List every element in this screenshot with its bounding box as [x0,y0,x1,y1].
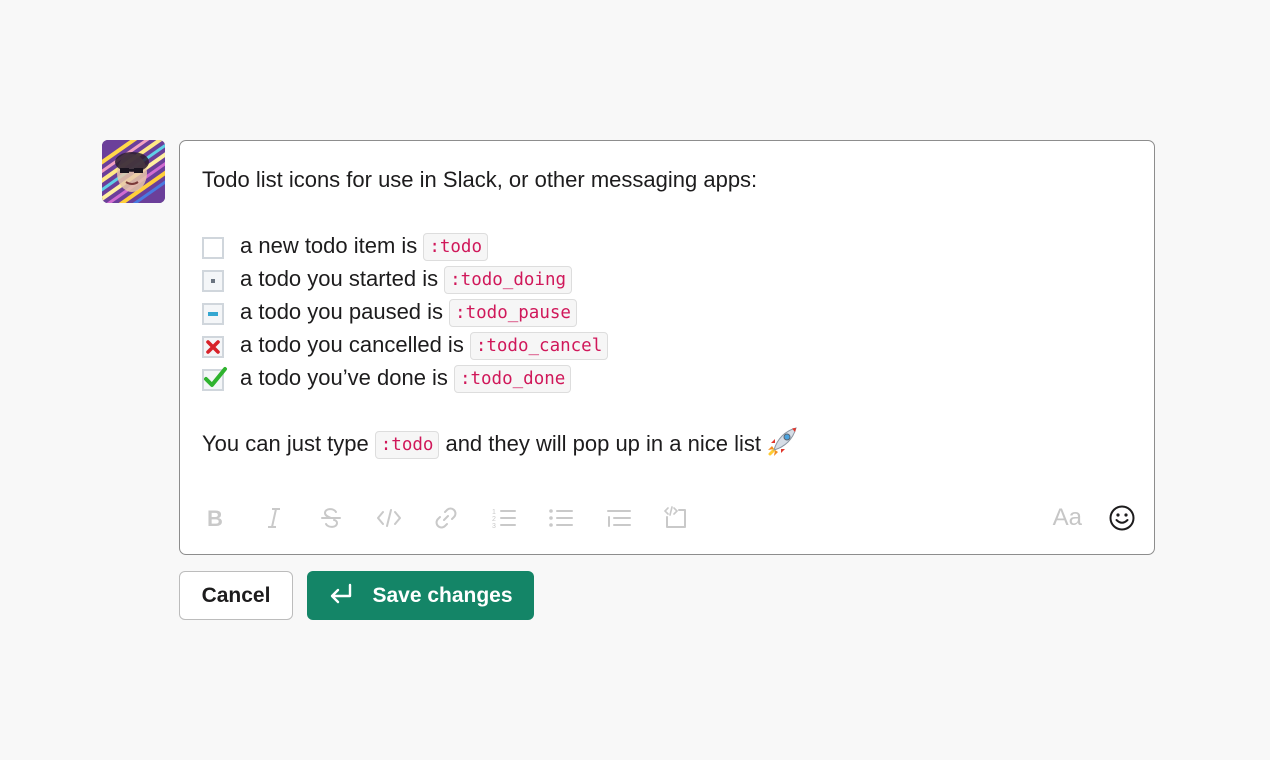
list-item: a todo you’ve done is :todo_done [202,361,1132,394]
todo-doing-icon [202,268,224,292]
intro-line: Todo list icons for use in Slack, or oth… [202,163,1132,196]
editor-content[interactable]: Todo list icons for use in Slack, or oth… [202,163,1132,460]
list-item: a todo you paused is :todo_pause [202,295,1132,328]
blockquote-icon[interactable] [605,504,633,532]
bold-icon[interactable]: B [202,504,230,532]
link-icon[interactable] [432,504,460,532]
cancel-button[interactable]: Cancel [179,571,293,620]
todo-empty-icon [202,235,224,259]
svg-text:1: 1 [492,509,496,516]
code-icon[interactable] [375,504,403,532]
list-item-text: a todo you’ve done is [240,365,448,390]
svg-text:2: 2 [492,516,496,523]
avatar[interactable] [102,140,165,203]
formatting-toolbar: B 123 Aa [202,504,1136,532]
save-button-label: Save changes [372,583,513,607]
svg-text:3: 3 [492,523,496,530]
svg-text:B: B [207,507,223,529]
list-item: a todo you started is :todo_doing [202,262,1132,295]
list-item: a todo you cancelled is :todo_cancel [202,328,1132,361]
bulleted-list-icon[interactable] [547,504,575,532]
italic-icon[interactable] [260,504,288,532]
inline-code: :todo_done [453,364,572,393]
inline-code: :todo_doing [444,265,573,294]
outro-text-after: and they will pop up in a nice list [445,431,761,456]
list-item-text: a todo you started is [240,266,439,291]
list-item-text: a todo you cancelled is [240,332,464,357]
outro-text: You can just type [202,431,369,456]
todo-cancel-icon [202,334,224,358]
strikethrough-icon[interactable] [317,504,345,532]
inline-code: :todo_pause [449,298,577,327]
todo-done-icon [202,366,227,391]
ordered-list-icon[interactable]: 123 [490,504,518,532]
rocket-icon [765,425,799,459]
message-editor[interactable]: Todo list icons for use in Slack, or oth… [179,140,1155,555]
inline-code: :todo_cancel [469,331,609,360]
inline-code: :todo [374,430,440,459]
inline-code: :todo [423,232,488,261]
save-changes-button[interactable]: Save changes [307,571,534,620]
enter-icon [328,582,354,610]
outro-line: You can just type :todo and they will po… [202,425,1132,460]
intro-text: Todo list icons for use in Slack, or oth… [202,167,758,192]
emoji-icon[interactable] [1108,504,1136,532]
format-toggle-button[interactable]: Aa [1053,504,1082,532]
list-item-text: a todo you paused is [240,299,444,324]
list-item-text: a new todo item is [240,233,418,258]
code-block-icon[interactable] [662,504,690,532]
edit-actions: Cancel Save changes [179,571,534,620]
list-item: a new todo item is :todo [202,229,1132,262]
todo-pause-icon [202,301,224,325]
